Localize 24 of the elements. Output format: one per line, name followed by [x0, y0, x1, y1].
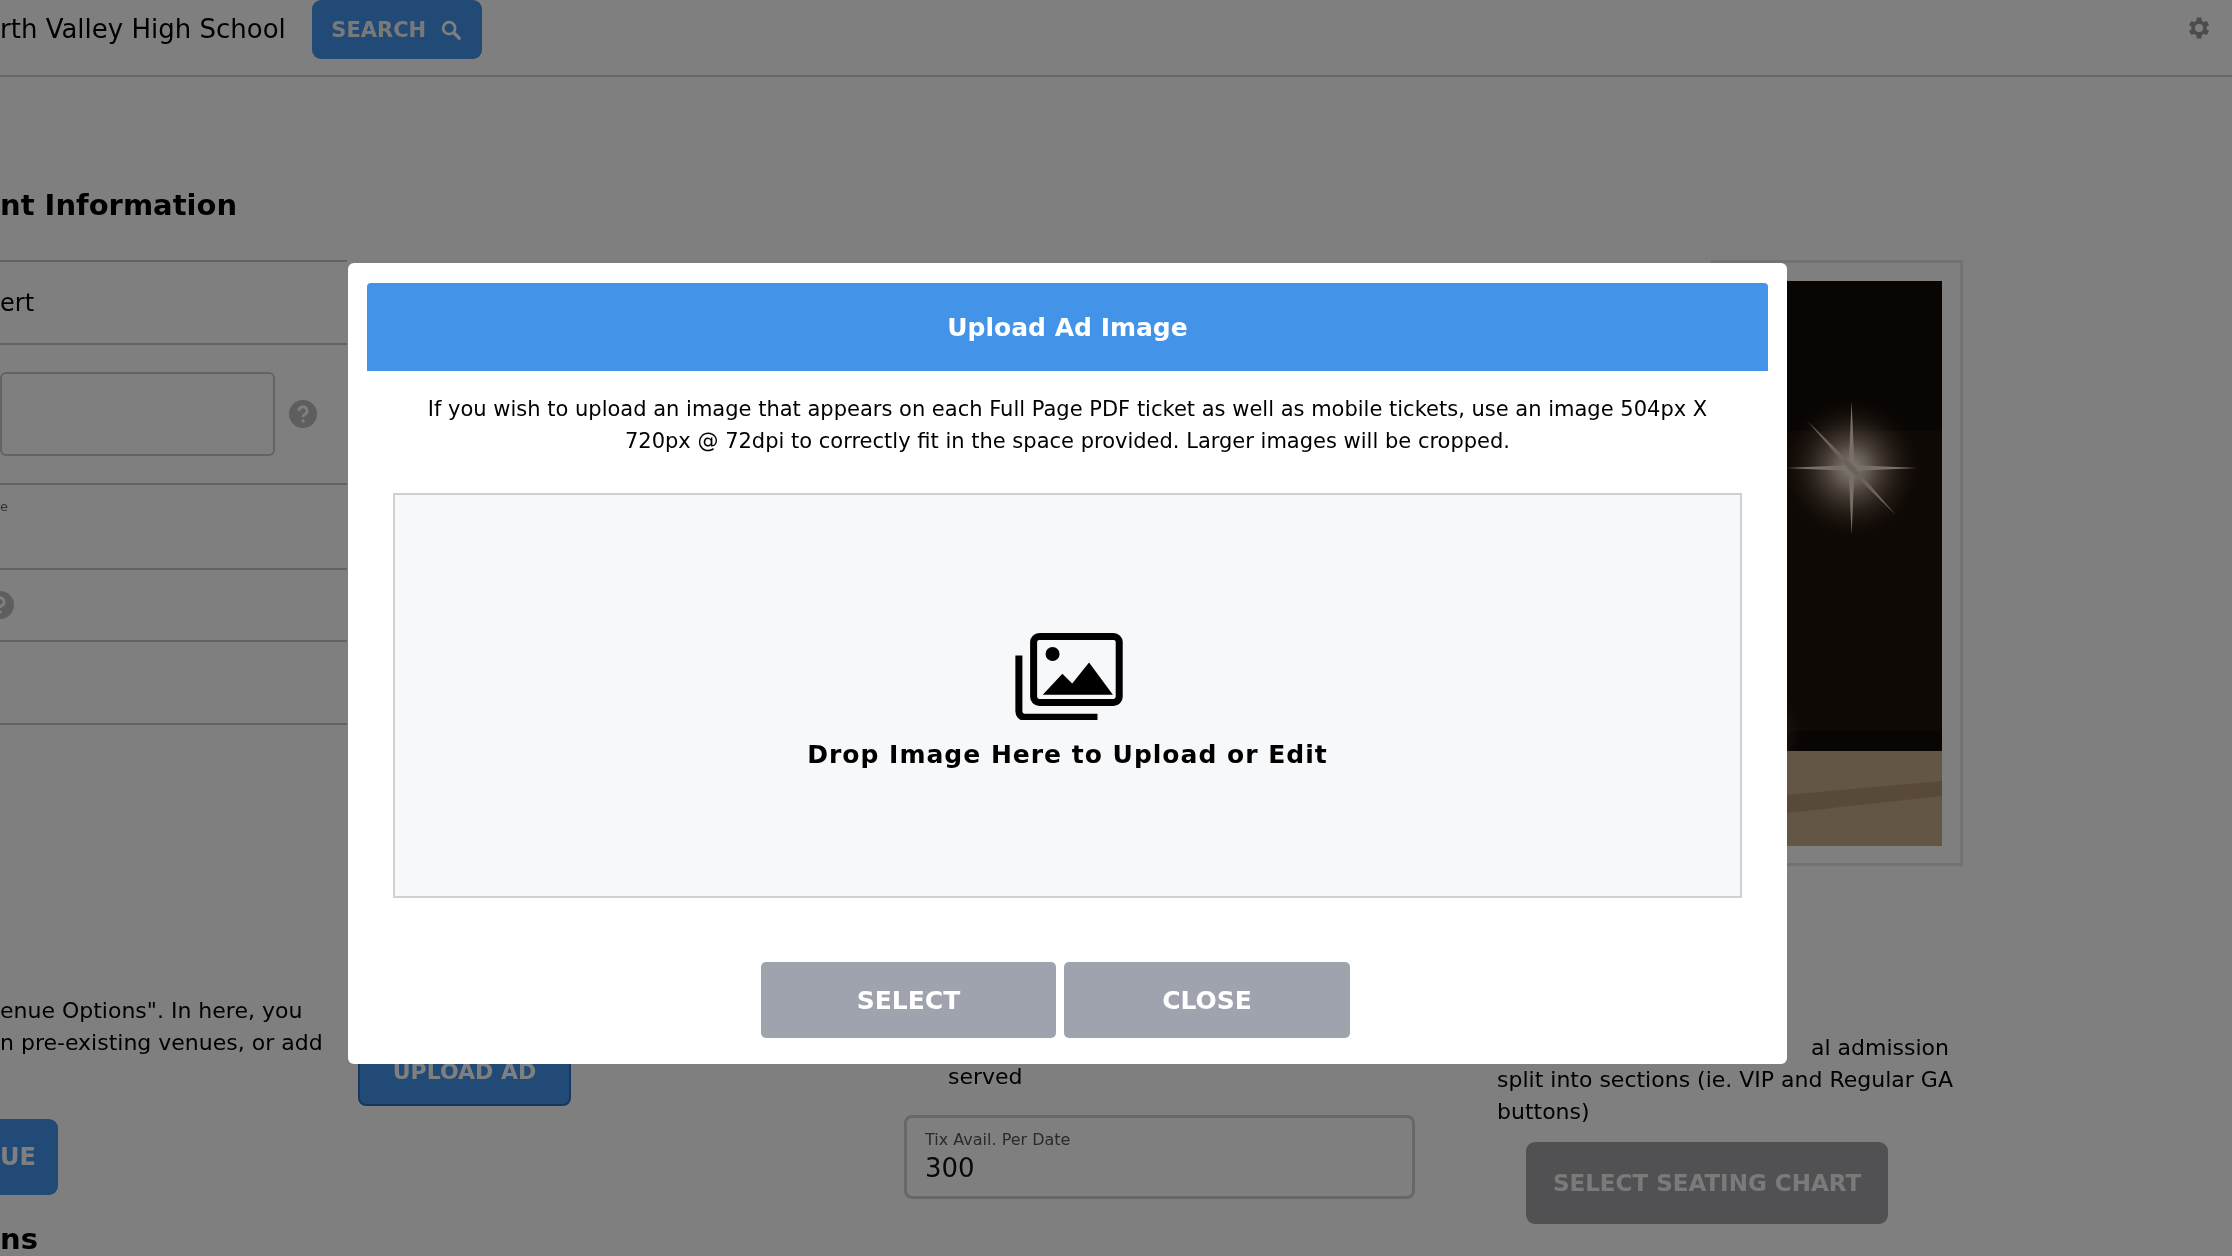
- help-text: enue Options". In here, you n pre-existing venues, or add: [0, 997, 324, 1057]
- instructions-text: If you wish to upload an image that appears on each Full Page PDF ticket as well as mobile tickets, use an image 504px X 720px @ 72dpi to correctly fit in the space provided. Larger images will be cropped.: [426, 396, 1709, 455]
- help-icon[interactable]: [289, 400, 317, 428]
- close-button[interactable]: CLOSE: [1064, 962, 1350, 1038]
- select-button[interactable]: SELECT: [761, 962, 1056, 1038]
- field-label: Tix Avail. Per Date: [925, 1130, 1072, 1149]
- drop-zone-text: Drop Image Here to Upload or Edit: [807, 739, 1328, 769]
- search-button[interactable]: SEARCH: [311, 0, 482, 59]
- drop-zone[interactable]: Drop Image Here to Upload or Edit: [393, 493, 1742, 898]
- images-icon: [1012, 632, 1123, 720]
- input-field[interactable]: [0, 372, 275, 456]
- help-text: served: [948, 1064, 1024, 1089]
- venue-button[interactable]: UE: [0, 1119, 58, 1195]
- field-value: ert: [0, 288, 35, 317]
- field-label: e: [0, 499, 8, 514]
- help-text: al admission split into sections (ie. VIP and Regular GA buttons): [1497, 1034, 1954, 1126]
- help-icon[interactable]: [0, 591, 14, 619]
- field-value: 300: [925, 1153, 976, 1183]
- school-name: rth Valley High School: [0, 13, 286, 44]
- search-icon: [440, 18, 463, 41]
- tix-field[interactable]: Tix Avail. Per Date 300: [904, 1115, 1415, 1199]
- dialog-title: Upload Ad Image: [947, 312, 1188, 342]
- section-heading: ns: [0, 1221, 39, 1256]
- section-heading: nt Information: [0, 187, 239, 224]
